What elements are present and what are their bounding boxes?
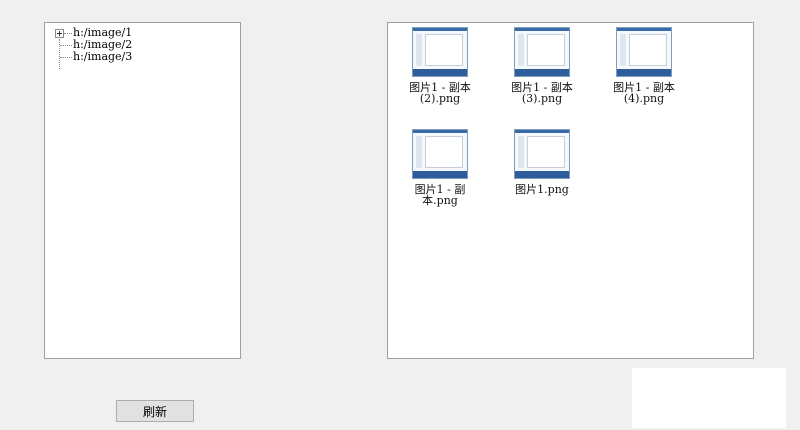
- image-thumbnail-icon: [412, 129, 468, 179]
- tree-branch-line: [60, 45, 72, 46]
- image-thumbnail-icon: [616, 27, 672, 77]
- blank-area: [632, 368, 786, 428]
- image-thumbnail-icon: [412, 27, 468, 77]
- tree-item-image3[interactable]: h:/image/3: [51, 51, 132, 63]
- image-thumbnail-icon: [514, 129, 570, 179]
- file-name: 图片1 - 副本.png: [414, 183, 466, 207]
- file-name: 图片1 - 副本 (2).png: [409, 81, 471, 105]
- image-thumbnail-icon: [514, 27, 570, 77]
- file-list-panel[interactable]: 图片1 - 副本 (2).png 图片1 - 副本 (3).png 图片1 - …: [387, 22, 754, 359]
- file-item[interactable]: 图片1 - 副本.png: [396, 129, 484, 206]
- file-item[interactable]: 图片1 - 副本 (2).png: [396, 27, 484, 104]
- file-name: 图片1.png: [515, 183, 569, 196]
- tree-branch-line: [60, 57, 72, 58]
- refresh-button[interactable]: 刷新: [116, 400, 194, 422]
- file-item[interactable]: 图片1 - 副本 (3).png: [498, 27, 586, 104]
- file-name: 图片1 - 副本 (4).png: [613, 81, 675, 105]
- tree-item-label: h:/image/3: [73, 50, 133, 63]
- file-item[interactable]: 图片1 - 副本 (4).png: [600, 27, 688, 104]
- tree-branch-line: [64, 33, 72, 34]
- expand-plus-icon[interactable]: [55, 29, 64, 38]
- directory-tree-panel[interactable]: h:/image/1 h:/image/2 h:/image/3: [44, 22, 241, 359]
- file-item[interactable]: 图片1.png: [498, 129, 586, 195]
- directory-tree: h:/image/1 h:/image/2 h:/image/3: [51, 27, 132, 69]
- file-name: 图片1 - 副本 (3).png: [511, 81, 573, 105]
